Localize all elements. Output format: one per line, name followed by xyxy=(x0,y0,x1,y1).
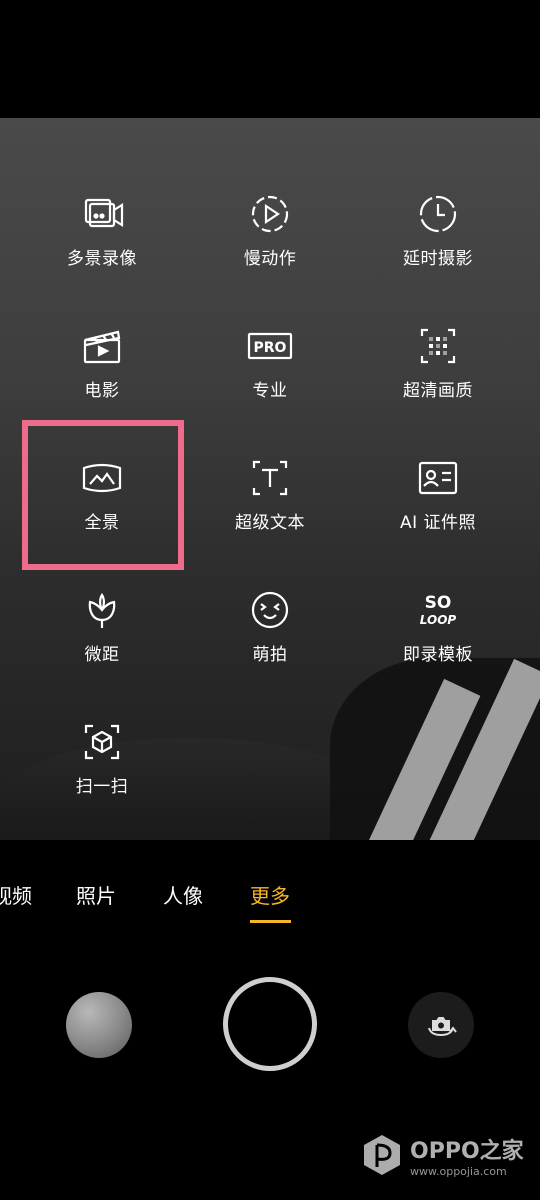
mode-cute-shot[interactable]: 萌拍 xyxy=(185,586,355,696)
mode-label: 超清画质 xyxy=(403,381,473,401)
ultra-clear-icon xyxy=(420,328,456,364)
mode-ultra-clear[interactable]: 超清画质 xyxy=(353,322,523,432)
mode-macro[interactable]: 微距 xyxy=(17,586,187,696)
mode-slow-motion[interactable]: 慢动作 xyxy=(185,190,355,300)
mode-ai-id-photo[interactable]: AI 证件照 xyxy=(353,454,523,564)
watermark-logo: OPPO之家 www.oppojia.com xyxy=(360,1130,524,1180)
mode-label: AI 证件照 xyxy=(399,513,477,533)
tab-photo[interactable]: 照片 xyxy=(76,880,116,909)
watermark-title: OPPO之家 xyxy=(410,1138,524,1164)
multi-scene-video-icon xyxy=(84,198,124,228)
mode-label: 电影 xyxy=(84,381,120,401)
active-tab-indicator xyxy=(250,920,291,923)
highlight-box xyxy=(22,420,184,570)
tab-portrait[interactable]: 人像 xyxy=(163,880,203,909)
watermark-url: www.oppojia.com xyxy=(410,1164,507,1178)
mode-label: 扫一扫 xyxy=(75,777,129,797)
cute-face-icon xyxy=(251,591,289,629)
mode-label: 微距 xyxy=(84,645,120,665)
mode-label: 萌拍 xyxy=(252,645,288,665)
mode-label: 慢动作 xyxy=(243,249,297,269)
oppojia-logo-icon xyxy=(364,1135,400,1175)
mode-movie[interactable]: 电影 xyxy=(17,322,187,432)
super-text-icon xyxy=(252,460,288,496)
shutter-button[interactable] xyxy=(223,977,317,1071)
svg-text:SO: SO xyxy=(425,593,452,613)
slow-motion-icon xyxy=(251,195,289,233)
mode-time-lapse[interactable]: 延时摄影 xyxy=(353,190,523,300)
movie-clapper-icon xyxy=(83,330,121,364)
mode-label: 超级文本 xyxy=(235,513,305,533)
mode-label: 即录模板 xyxy=(403,645,473,665)
mode-label: 延时摄影 xyxy=(403,249,473,269)
tab-video[interactable]: 视频 xyxy=(0,880,32,909)
mode-multi-scene-video[interactable]: 多景录像 xyxy=(17,190,187,300)
mode-label: 多景录像 xyxy=(67,249,137,269)
id-photo-icon xyxy=(418,461,458,495)
mode-pro[interactable]: PRO 专业 xyxy=(185,322,355,432)
tab-more[interactable]: 更多 xyxy=(250,880,290,909)
time-lapse-icon xyxy=(419,195,457,233)
pro-mode-icon: PRO xyxy=(247,332,293,360)
gallery-thumbnail-button[interactable] xyxy=(66,992,132,1058)
scan-icon xyxy=(84,724,120,760)
camera-flip-icon xyxy=(428,1017,457,1037)
mode-super-text[interactable]: 超级文本 xyxy=(185,454,355,564)
svg-text:PRO: PRO xyxy=(254,340,287,356)
mode-scan[interactable]: 扫一扫 xyxy=(17,718,187,828)
mode-label: 专业 xyxy=(252,381,288,401)
solo-template-icon: SO LOOP xyxy=(420,593,457,627)
svg-text:LOOP: LOOP xyxy=(420,613,457,627)
mode-solo-template[interactable]: SO LOOP 即录模板 xyxy=(353,586,523,696)
mode-tabs: 视频 照片 人像 更多 xyxy=(0,870,540,930)
macro-flower-icon xyxy=(88,593,116,628)
switch-camera-button[interactable] xyxy=(408,992,474,1058)
